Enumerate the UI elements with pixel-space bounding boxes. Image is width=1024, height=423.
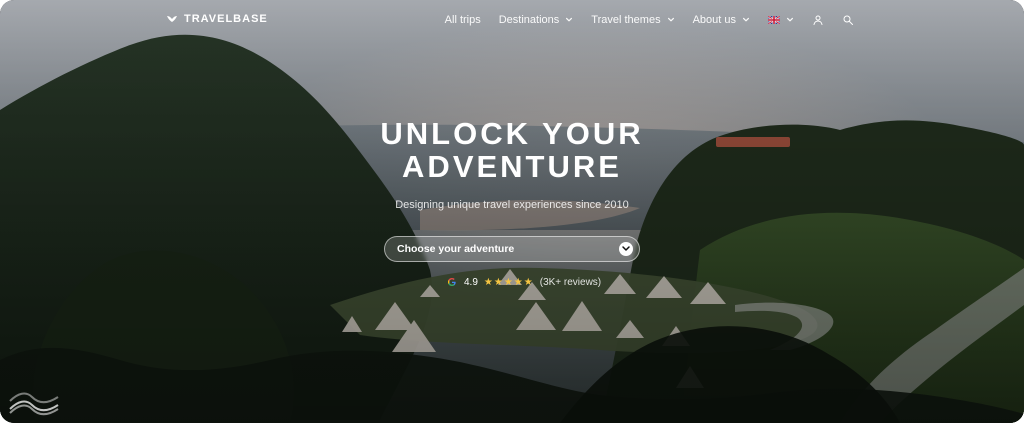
chevron-down-icon [667, 17, 674, 22]
chevron-down-icon [622, 246, 630, 251]
hero-title-line2: ADVENTURE [402, 149, 622, 184]
nav-item-travel-themes[interactable]: Travel themes [591, 14, 674, 26]
chevron-down-icon [787, 17, 793, 22]
rating-stars: ★★★★★ [483, 276, 534, 288]
adventure-search-input[interactable] [385, 243, 607, 255]
page-frame: TRAVELBASE All trips Destinations Travel… [0, 0, 1024, 423]
user-icon[interactable] [812, 14, 824, 26]
search-icon[interactable] [842, 14, 854, 26]
wave-logo-icon [9, 392, 59, 416]
main-nav: All trips Destinations Travel themes Abo… [445, 14, 854, 26]
travelbase-logo-icon [167, 16, 177, 22]
hero-subtitle: Designing unique travel experiences sinc… [395, 199, 629, 211]
hero-title-line1: UNLOCK YOUR [380, 116, 644, 151]
nav-item-label: About us [692, 14, 736, 26]
nav-item-all-trips[interactable]: All trips [445, 14, 481, 26]
brand-logo[interactable]: TRAVELBASE [166, 13, 268, 25]
brand-name: TRAVELBASE [184, 13, 268, 25]
rating-reviews: (3K+ reviews) [539, 276, 602, 288]
search-dropdown-button[interactable] [619, 242, 633, 256]
hero-overlay [0, 0, 1024, 423]
nav-item-destinations[interactable]: Destinations [499, 14, 574, 26]
chevron-down-icon [743, 17, 749, 22]
nav-item-label: Destinations [498, 14, 560, 26]
top-navigation: TRAVELBASE All trips Destinations Travel… [0, 0, 1024, 44]
language-switcher[interactable] [768, 16, 794, 24]
chevron-down-icon [566, 17, 573, 22]
rating-value: 4.9 [464, 276, 478, 288]
nav-item-about-us[interactable]: About us [693, 14, 750, 26]
nav-item-label: Travel themes [591, 14, 661, 26]
uk-flag-icon [768, 16, 780, 24]
nav-item-label: All trips [444, 14, 481, 26]
google-icon [448, 278, 456, 286]
adventure-search[interactable] [384, 236, 640, 262]
hero-title: UNLOCK YOUR ADVENTURE [0, 117, 1024, 183]
google-rating: 4.9 ★★★★★ (3K+ reviews) [446, 276, 601, 288]
hero-background-image [0, 0, 1024, 423]
